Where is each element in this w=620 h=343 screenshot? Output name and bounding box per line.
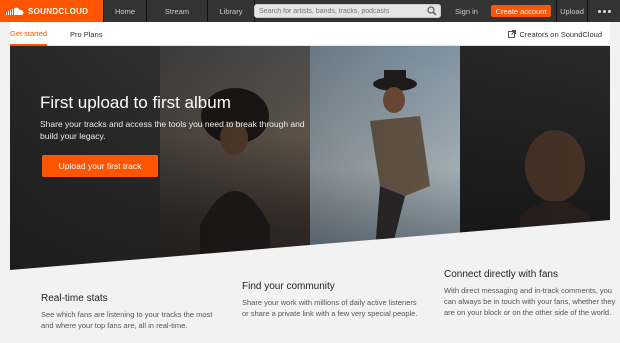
feature-title: Real-time stats [41,293,108,304]
external-link-icon [508,30,517,38]
create-account-button[interactable]: Create account [491,5,551,17]
hero-bottom-slant [10,220,610,270]
hero-banner: First upload to first album Share your t… [10,46,610,270]
hero-subtitle: Share your tracks and access the tools y… [40,119,305,141]
feature-find-community: Find your community Share your work with… [242,281,422,319]
tab-get-started[interactable]: Get started [10,22,48,46]
feature-connect-fans: Connect directly with fans With direct m… [444,269,620,318]
search-box[interactable] [254,4,441,18]
soundcloud-logo[interactable]: SOUNDCLOUD [0,0,103,22]
more-options-icon[interactable] [589,0,620,22]
feature-real-time-stats: Real-time stats See which fans are liste… [41,293,221,331]
creator-subnav: Get started Pro Plans Creators on SoundC… [10,22,610,46]
feature-text: With direct messaging and in-track comme… [444,286,616,317]
feature-text: See which fans are listening to your tra… [41,310,213,330]
nav-home[interactable]: Home [103,0,147,22]
search-icon[interactable] [427,6,437,16]
feature-text: Share your work with millions of daily a… [242,298,418,318]
nav-library[interactable]: Library [208,0,255,22]
search-input[interactable] [259,7,424,15]
upload-link[interactable]: Upload [556,0,588,22]
tab-pro-plans[interactable]: Pro Plans [70,22,103,46]
logo-text: SOUNDCLOUD [28,6,89,16]
nav-stream[interactable]: Stream [147,0,208,22]
creators-link[interactable]: Creators on SoundCloud [508,22,602,46]
signin-link[interactable]: Sign in [455,0,478,22]
hero-title: First upload to first album [40,93,231,112]
upload-first-track-button[interactable]: Upload your first track [42,155,158,177]
feature-title: Find your community [242,281,335,292]
feature-title: Connect directly with fans [444,269,558,280]
creators-link-label: Creators on SoundCloud [519,29,602,39]
soundcloud-cloud-icon [6,7,24,15]
